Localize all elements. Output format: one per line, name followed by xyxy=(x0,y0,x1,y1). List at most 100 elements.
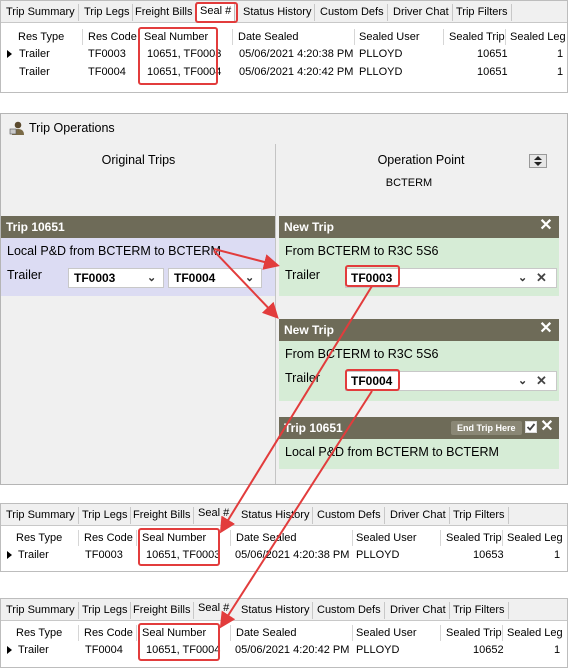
cell-sealed-trip: 10651 xyxy=(477,48,508,60)
col-seal-number[interactable]: Seal Number xyxy=(139,625,231,641)
cell-res-code: TF0003 xyxy=(88,48,126,60)
chevron-down-icon: ⌄ xyxy=(147,272,157,284)
tab-custom-defs[interactable]: Custom Defs xyxy=(314,507,385,524)
end-trip-route: Local P&D from BCTERM to BCTERM xyxy=(285,445,499,459)
cell-sealed-leg: 1 xyxy=(557,48,564,60)
tab-seal[interactable]: Seal # xyxy=(195,600,233,620)
res-label: Trailer xyxy=(285,371,320,385)
col-sealed-leg[interactable]: Sealed Leg xyxy=(507,29,567,45)
tab-status-history[interactable]: Status History xyxy=(238,602,314,619)
col-date-sealed[interactable]: Date Sealed xyxy=(233,625,353,641)
cell-res-code: TF0004 xyxy=(85,644,123,656)
divider xyxy=(275,144,276,484)
tab-trip-filters[interactable]: Trip Filters xyxy=(450,602,509,619)
close-icon[interactable]: ✕ xyxy=(536,372,547,390)
tab-seal[interactable]: Seal # xyxy=(195,505,233,525)
cell-sealed-user: PLLOYD xyxy=(356,644,400,656)
col-res-code[interactable]: Res Code xyxy=(85,29,139,45)
new-trip-1-card[interactable]: From BCTERM to R3C 5S6 Trailer TF0003 ⌄ … xyxy=(279,238,559,296)
tab-status-history[interactable]: Status History xyxy=(238,507,314,524)
col-res-code[interactable]: Res Code xyxy=(81,530,137,546)
original-trip-card[interactable]: Local P&D from BCTERM to BCTERM Trailer … xyxy=(1,238,275,296)
trailer-select-tf0004[interactable]: TF0004 ⌄ xyxy=(168,268,262,288)
col-sealed-trip[interactable]: Sealed Trip xyxy=(446,29,506,45)
col-sealed-leg[interactable]: Sealed Leg xyxy=(504,530,566,546)
new-trip-2-route: From BCTERM to R3C 5S6 xyxy=(285,347,439,361)
original-trip-route: Local P&D from BCTERM to BCTERM xyxy=(7,244,221,258)
cell-sealed-leg: 1 xyxy=(557,66,564,78)
cell-res-type: Trailer xyxy=(19,48,50,60)
cell-res-type: Trailer xyxy=(18,549,49,561)
row-pointer-icon xyxy=(7,646,12,654)
col-sealed-user[interactable]: Sealed User xyxy=(353,625,441,641)
chevron-down-icon: ⌄ xyxy=(518,375,528,387)
new-trip-1-header: New Trip xyxy=(279,216,559,238)
trailer-select-tf0003[interactable]: TF0003 ⌄ xyxy=(68,268,164,288)
original-trips-heading: Original Trips xyxy=(101,153,176,167)
tab-trip-filters[interactable]: Trip Filters xyxy=(453,4,512,21)
cell-sealed-trip: 10652 xyxy=(473,644,504,656)
close-icon[interactable]: ✕ xyxy=(539,321,553,337)
cell-date-sealed: 05/06/2021 4:20:38 PM xyxy=(239,48,354,60)
tab-trip-legs[interactable]: Trip Legs xyxy=(81,4,134,21)
tab-seal[interactable]: Seal # xyxy=(196,2,236,22)
tab-trip-summary[interactable]: Trip Summary xyxy=(3,507,79,524)
col-date-sealed[interactable]: Date Sealed xyxy=(235,29,355,45)
tab-custom-defs[interactable]: Custom Defs xyxy=(317,4,388,21)
cell-seal-number: 10651, TF0004 xyxy=(146,644,221,656)
operation-point-heading: Operation Point xyxy=(377,153,465,167)
new-trip-1-route: From BCTERM to R3C 5S6 xyxy=(285,244,439,258)
tab-freight-bills[interactable]: Freight Bills xyxy=(130,602,195,619)
tab-trip-legs[interactable]: Trip Legs xyxy=(79,602,132,619)
col-sealed-trip[interactable]: Sealed Trip xyxy=(443,530,503,546)
close-icon[interactable]: ✕ xyxy=(536,269,547,287)
end-trip-here-label: End Trip Here xyxy=(451,421,522,435)
seal-grid-trip-10652: Trip Summary Trip Legs Freight Bills Sea… xyxy=(0,598,568,668)
cell-res-code: TF0004 xyxy=(88,66,126,78)
cell-sealed-leg: 1 xyxy=(554,644,561,656)
new-trip-2-card[interactable]: From BCTERM to R3C 5S6 Trailer TF0004 ⌄ … xyxy=(279,341,559,401)
col-res-type[interactable]: Res Type xyxy=(15,29,83,45)
col-seal-number[interactable]: Seal Number xyxy=(139,530,231,546)
tab-status-history[interactable]: Status History xyxy=(240,4,316,21)
col-sealed-user[interactable]: Sealed User xyxy=(356,29,444,45)
tab-driver-chat[interactable]: Driver Chat xyxy=(390,4,453,21)
col-date-sealed[interactable]: Date Sealed xyxy=(233,530,353,546)
trailer-select-new-1[interactable]: TF0003 ⌄ ✕ xyxy=(345,268,557,288)
close-icon[interactable]: ✕ xyxy=(540,419,554,435)
col-sealed-leg[interactable]: Sealed Leg xyxy=(504,625,566,641)
cell-sealed-leg: 1 xyxy=(554,549,561,561)
trip-operations-panel: Trip Operations Original Trips Operation… xyxy=(0,113,568,485)
cell-res-code: TF0003 xyxy=(85,549,123,561)
original-trip-header: Trip 10651 xyxy=(1,216,275,238)
checkbox-checked-icon[interactable] xyxy=(525,421,537,433)
tab-strip: Trip Summary Trip Legs Freight Bills Sea… xyxy=(1,599,567,621)
col-res-type[interactable]: Res Type xyxy=(13,625,79,641)
tab-freight-bills[interactable]: Freight Bills xyxy=(132,4,197,21)
tab-freight-bills[interactable]: Freight Bills xyxy=(130,507,195,524)
col-sealed-trip[interactable]: Sealed Trip xyxy=(443,625,503,641)
tab-custom-defs[interactable]: Custom Defs xyxy=(314,602,385,619)
col-seal-number[interactable]: Seal Number xyxy=(141,29,233,45)
close-icon[interactable]: ✕ xyxy=(539,218,553,234)
cell-date-sealed: 05/06/2021 4:20:38 PM xyxy=(235,549,350,561)
end-trip-card[interactable]: Local P&D from BCTERM to BCTERM xyxy=(279,439,559,469)
tab-trip-filters[interactable]: Trip Filters xyxy=(450,507,509,524)
col-res-type[interactable]: Res Type xyxy=(13,530,79,546)
cell-date-sealed: 05/06/2021 4:20:42 PM xyxy=(235,644,350,656)
tab-driver-chat[interactable]: Driver Chat xyxy=(387,602,450,619)
cell-res-type: Trailer xyxy=(19,66,50,78)
tab-trip-summary[interactable]: Trip Summary xyxy=(3,602,79,619)
trailer-select-new-2[interactable]: TF0004 ⌄ ✕ xyxy=(345,371,557,391)
col-sealed-user[interactable]: Sealed User xyxy=(353,530,441,546)
cell-sealed-trip: 10651 xyxy=(477,66,508,78)
tab-trip-summary[interactable]: Trip Summary xyxy=(3,4,79,21)
col-res-code[interactable]: Res Code xyxy=(81,625,137,641)
panel-title: Trip Operations xyxy=(29,121,115,135)
operation-point-value: BCTERM xyxy=(385,177,433,189)
scroll-arrows-icon[interactable] xyxy=(529,154,547,168)
chevron-down-icon: ⌄ xyxy=(518,272,528,284)
tab-trip-legs[interactable]: Trip Legs xyxy=(79,507,132,524)
tab-driver-chat[interactable]: Driver Chat xyxy=(387,507,450,524)
seal-grid-trip-10653: Trip Summary Trip Legs Freight Bills Sea… xyxy=(0,503,568,572)
